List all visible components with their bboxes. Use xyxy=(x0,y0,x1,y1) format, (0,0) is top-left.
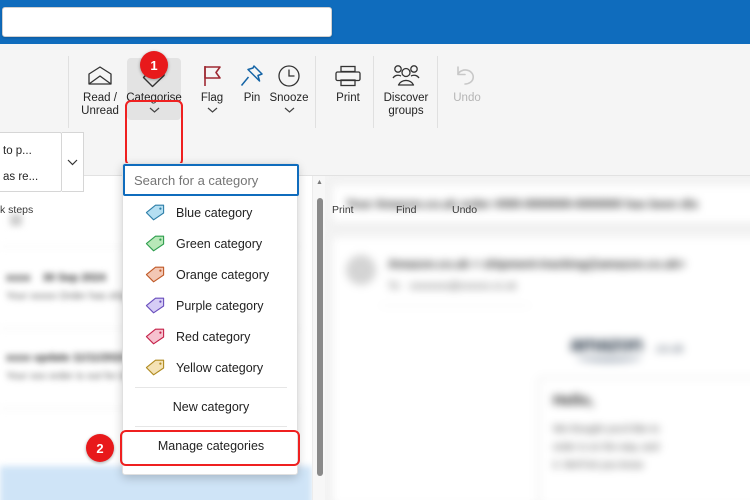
category-search-field[interactable] xyxy=(123,164,299,196)
group-label-quick-steps: k steps xyxy=(0,204,34,216)
title-bar xyxy=(0,0,750,44)
category-item-blue[interactable]: Blue category xyxy=(123,197,299,228)
category-item-green[interactable]: Green category xyxy=(123,228,299,259)
quick-steps-expand-chevron-icon[interactable] xyxy=(62,132,84,192)
print-button[interactable]: Print xyxy=(321,58,375,120)
clock-icon xyxy=(277,62,301,90)
tag-icon-red xyxy=(145,328,167,346)
ribbon-divider xyxy=(373,56,374,128)
flag-icon xyxy=(200,62,224,90)
read-unread-label: Read / Unread xyxy=(81,92,119,117)
category-label: Orange category xyxy=(176,267,270,282)
print-label: Print xyxy=(336,92,360,104)
new-category-item[interactable]: New category xyxy=(123,392,299,422)
categorise-label: Categorise xyxy=(126,92,182,104)
category-item-purple[interactable]: Purple category xyxy=(123,290,299,321)
scrollbar-thumb[interactable] xyxy=(317,198,323,476)
category-search-input[interactable] xyxy=(125,166,297,194)
flag-label: Flag xyxy=(200,92,224,104)
tag-icon-purple xyxy=(145,297,167,315)
quick-step-item-2[interactable]: as re... xyxy=(3,171,38,183)
category-label: Red category xyxy=(176,329,251,344)
manage-categories-item[interactable]: Manage categories xyxy=(123,431,299,461)
undo-button[interactable]: Undo xyxy=(440,58,494,120)
undo-label: Undo xyxy=(453,92,481,104)
tag-icon-blue xyxy=(145,204,167,222)
tag-icon-orange xyxy=(145,266,167,284)
callout-badge-2: 2 xyxy=(86,434,114,462)
ribbon-divider xyxy=(437,56,438,128)
pin-label: Pin xyxy=(243,92,261,104)
category-label: Green category xyxy=(176,236,263,251)
category-item-yellow[interactable]: Yellow category xyxy=(123,352,299,383)
category-item-orange[interactable]: Orange category xyxy=(123,259,299,290)
category-list: Blue category Green category Orange cate… xyxy=(123,197,299,461)
snooze-button[interactable]: Snooze xyxy=(262,58,316,120)
categorise-dropdown-menu: Blue category Green category Orange cate… xyxy=(122,163,299,475)
tag-icon-green xyxy=(145,235,167,253)
printer-icon xyxy=(335,62,361,90)
callout-badge-1: 1 xyxy=(140,51,168,79)
group-label-undo: Undo xyxy=(452,204,478,216)
app-window: xxxx 30 Sep 2024 Your xxxxx Order has sh… xyxy=(0,0,750,500)
quick-step-item-1[interactable]: to p... xyxy=(3,145,32,157)
group-label-print: Print xyxy=(332,204,354,216)
caret-up-icon[interactable]: ▲ xyxy=(316,179,323,186)
search-input[interactable] xyxy=(3,8,331,36)
group-label-find: Find xyxy=(396,204,417,216)
ribbon-divider xyxy=(315,56,316,128)
discover-groups-label: Discover groups xyxy=(383,92,429,117)
message-list-scrollbar[interactable]: ▲ xyxy=(312,176,325,500)
category-label: Yellow category xyxy=(176,360,264,375)
global-search-box[interactable] xyxy=(2,7,332,37)
category-item-red[interactable]: Red category xyxy=(123,321,299,352)
people-icon xyxy=(391,62,421,90)
snooze-chevron-down-icon[interactable] xyxy=(284,106,295,115)
menu-divider xyxy=(135,387,287,388)
envelope-icon xyxy=(87,62,113,90)
flag-chevron-down-icon[interactable] xyxy=(207,106,218,115)
reading-pane[interactable]: Your Amazon.co.uk order #000-0000000-000… xyxy=(325,176,750,500)
undo-arrow-icon xyxy=(454,62,480,90)
discover-groups-button[interactable]: Discover groups xyxy=(376,58,436,120)
menu-divider xyxy=(135,426,287,427)
tag-icon-yellow xyxy=(145,359,167,377)
quick-steps-box[interactable]: to p... as re... xyxy=(0,132,62,192)
category-label: Purple category xyxy=(176,298,264,313)
category-label: Blue category xyxy=(176,205,253,220)
categorise-chevron-down-icon[interactable] xyxy=(149,106,160,115)
read-unread-button[interactable]: Read / Unread xyxy=(73,58,127,120)
ribbon-toolbar: to p... as re... Read / Unread Categoris… xyxy=(0,44,750,216)
ribbon-divider xyxy=(68,56,69,128)
snooze-label: Snooze xyxy=(269,92,309,104)
